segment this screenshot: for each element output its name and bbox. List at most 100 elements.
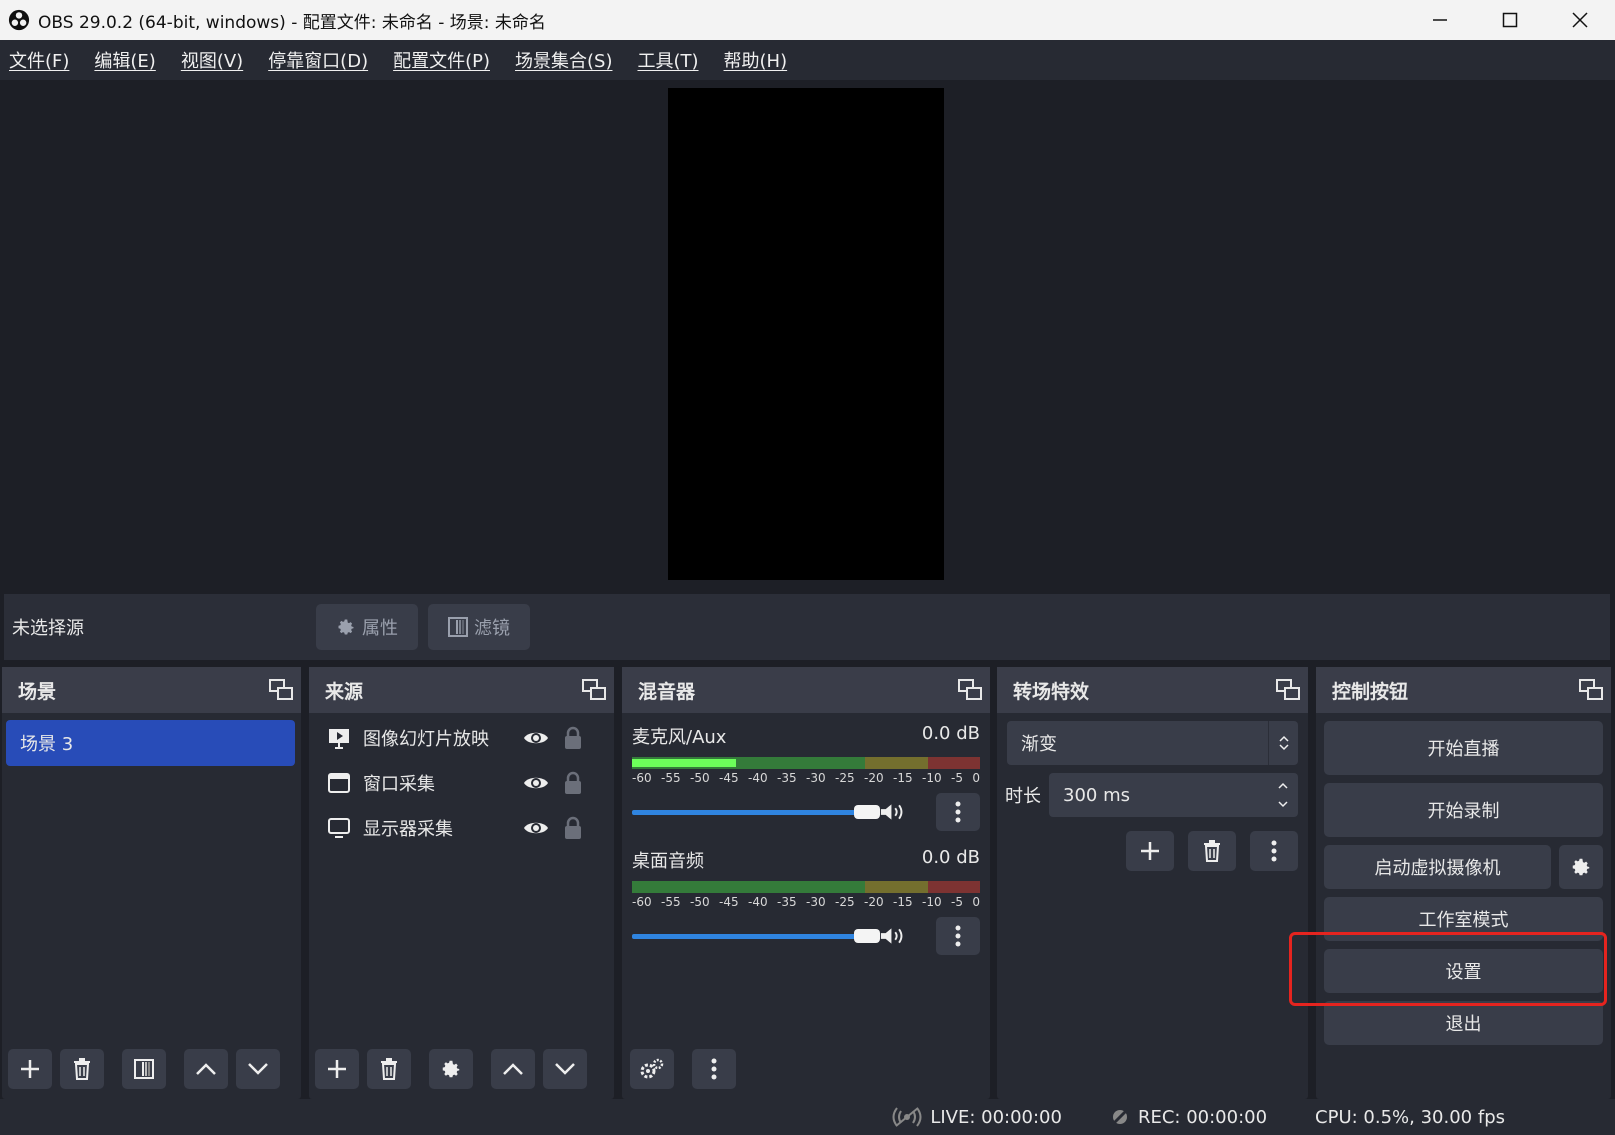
visibility-eye-icon[interactable] (521, 774, 551, 792)
menu-tools[interactable]: 工具(T) (628, 47, 707, 73)
mixer-dock-header: 混音器 (622, 667, 990, 713)
lock-icon[interactable] (563, 726, 583, 750)
visibility-eye-icon[interactable] (521, 819, 551, 837)
meter-tick-label: -15 (893, 895, 913, 909)
volume-slider-knob[interactable] (854, 805, 880, 819)
volume-slider-knob[interactable] (854, 929, 880, 943)
add-scene-button[interactable] (8, 1049, 52, 1089)
remove-source-button[interactable] (367, 1049, 411, 1089)
preview-canvas[interactable] (668, 88, 944, 580)
undock-icon[interactable] (1579, 679, 1603, 701)
minimize-icon (1433, 19, 1447, 21)
menu-view[interactable]: 视图(V) (172, 47, 252, 73)
controls-dock: 控制按钮 开始直播 开始录制 启动虚拟摄像机 工作室模式 设置 退出 (1316, 667, 1611, 1099)
move-source-down-button[interactable] (543, 1049, 587, 1089)
source-properties-button[interactable] (429, 1049, 473, 1089)
channel-menu-button[interactable] (936, 793, 980, 831)
monitor-icon (328, 817, 350, 838)
controls-dock-header: 控制按钮 (1316, 667, 1611, 713)
gear-icon (442, 1060, 460, 1078)
meter-tick-label: -35 (777, 895, 797, 909)
add-source-button[interactable] (315, 1049, 359, 1089)
meter-tick-label: -5 (951, 771, 963, 785)
trash-icon (381, 1058, 397, 1080)
move-scene-down-button[interactable] (236, 1049, 280, 1089)
scenes-title: 场景 (18, 680, 57, 703)
close-button[interactable] (1545, 0, 1615, 40)
source-label: 显示器采集 (363, 818, 453, 840)
virtual-camera-settings-button[interactable] (1559, 845, 1603, 889)
undock-icon[interactable] (1276, 679, 1300, 701)
volume-slider[interactable] (632, 802, 880, 822)
menu-help[interactable]: 帮助(H) (715, 47, 797, 73)
start-recording-button[interactable]: 开始录制 (1324, 783, 1603, 837)
live-timer: LIVE: 00:00:00 (930, 1106, 1062, 1128)
meter-tick-label: -15 (893, 771, 913, 785)
record-icon (1110, 1107, 1130, 1127)
lock-icon[interactable] (563, 816, 583, 840)
speaker-icon[interactable] (879, 925, 906, 947)
meter-segment (927, 881, 980, 893)
undock-icon[interactable] (582, 679, 606, 701)
trash-icon (1204, 840, 1220, 862)
move-source-up-button[interactable] (491, 1049, 535, 1089)
filters-label: 滤镜 (474, 618, 510, 639)
source-item-monitor[interactable]: 显示器采集 (309, 805, 614, 850)
scenes-footer (2, 1039, 301, 1099)
undock-icon[interactable] (958, 679, 982, 701)
spin-arrows-icon[interactable] (1268, 780, 1298, 810)
channel-menu-button[interactable] (936, 917, 980, 955)
window-title: OBS 29.0.2 (64-bit, windows) - 配置文件: 未命名… (38, 12, 546, 33)
menu-scene-collection[interactable]: 场景集合(S) (506, 47, 621, 73)
menu-file[interactable]: 文件(F) (0, 47, 78, 73)
volume-meter (632, 881, 980, 895)
exit-button[interactable]: 退出 (1324, 1001, 1603, 1045)
settings-highlight-box (1289, 932, 1607, 1006)
scene-filters-button[interactable] (122, 1049, 166, 1089)
maximize-button[interactable] (1475, 0, 1545, 40)
transition-menu-button[interactable] (1250, 831, 1298, 871)
meter-segment (865, 757, 928, 769)
status-bar: LIVE: 00:00:00 REC: 00:00:00 CPU: 0.5%, … (0, 1099, 1615, 1135)
move-scene-up-button[interactable] (184, 1049, 228, 1089)
scenes-dock-header: 场景 (2, 667, 301, 713)
gear-icon (1572, 858, 1590, 876)
meter-tick-label: -50 (690, 895, 710, 909)
obs-logo-icon (8, 9, 30, 31)
mixer-menu-button[interactable] (692, 1049, 736, 1089)
undock-icon[interactable] (269, 679, 293, 701)
chevron-up-icon (503, 1063, 523, 1075)
start-virtual-camera-button[interactable]: 启动虚拟摄像机 (1324, 845, 1551, 889)
preview-area[interactable] (0, 80, 1615, 592)
source-item-slideshow[interactable]: 图像幻灯片放映 (309, 715, 614, 760)
properties-button[interactable]: 属性 (316, 604, 418, 650)
duration-spinbox[interactable]: 300 ms (1049, 773, 1298, 817)
trash-icon (74, 1058, 90, 1080)
source-item-window[interactable]: 窗口采集 (309, 760, 614, 805)
meter-tick-label: -30 (806, 895, 826, 909)
menu-bar: 文件(F) 编辑(E) 视图(V) 停靠窗口(D) 配置文件(P) 场景集合(S… (0, 40, 1615, 80)
menu-docks[interactable]: 停靠窗口(D) (259, 47, 377, 73)
volume-slider[interactable] (632, 926, 880, 946)
menu-profile[interactable]: 配置文件(P) (384, 47, 499, 73)
menu-edit[interactable]: 编辑(E) (85, 47, 164, 73)
no-source-selected-label: 未选择源 (12, 618, 84, 639)
remove-transition-button[interactable] (1188, 831, 1236, 871)
advanced-audio-button[interactable] (630, 1049, 674, 1089)
visibility-eye-icon[interactable] (521, 729, 551, 747)
start-streaming-button[interactable]: 开始直播 (1324, 721, 1603, 775)
source-toolbar: 未选择源 属性 滤镜 (4, 594, 1610, 660)
speaker-icon[interactable] (879, 801, 906, 823)
minimize-button[interactable] (1405, 0, 1475, 40)
gears-icon (640, 1058, 664, 1079)
scene-item[interactable]: 场景 3 (6, 720, 295, 766)
remove-scene-button[interactable] (60, 1049, 104, 1089)
transition-select[interactable]: 渐变 (1007, 721, 1298, 765)
lock-icon[interactable] (563, 771, 583, 795)
filters-button[interactable]: 滤镜 (428, 604, 530, 650)
mixer-channel-desktop: 桌面音频 0.0 dB -60 -55 -50 -45 -40 -35 -30 -25 -20-… (622, 831, 990, 955)
title-bar: OBS 29.0.2 (64-bit, windows) - 配置文件: 未命名… (0, 0, 1615, 40)
transition-selected: 渐变 (1021, 734, 1057, 755)
add-transition-button[interactable] (1126, 831, 1174, 871)
meter-tick-label: -5 (951, 895, 963, 909)
